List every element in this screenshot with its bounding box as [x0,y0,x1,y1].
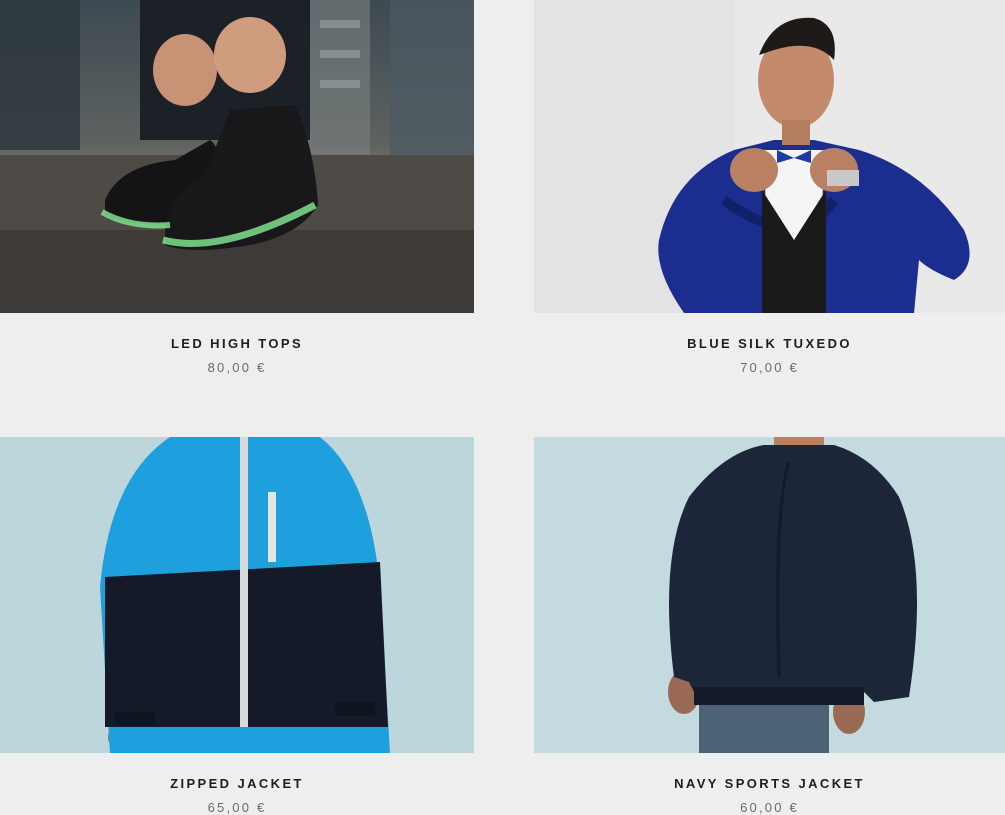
product-image-led-high-tops[interactable] [0,0,474,313]
product-card-navy-sports-jacket[interactable]: NAVY SPORTS JACKET 60,00 € [534,437,1005,815]
product-title[interactable]: BLUE SILK TUXEDO [534,336,1005,352]
product-price: 80,00 € [207,360,267,375]
product-image-navy-sports-jacket[interactable] [534,437,1005,753]
product-price: 60,00 € [740,800,799,815]
product-card-zipped-jacket[interactable]: ZIPPED JACKET 65,00 € [0,437,474,815]
product-card-led-high-tops[interactable]: LED HIGH TOPS 80,00 € [0,0,474,375]
product-grid: LED HIGH TOPS 80,00 € BLUE SILK TUXEDO 7… [0,0,1005,815]
product-image-zipped-jacket[interactable] [0,437,474,753]
product-image-blue-silk-tuxedo[interactable] [534,0,1005,313]
product-card-blue-silk-tuxedo[interactable]: BLUE SILK TUXEDO 70,00 € [534,0,1005,375]
product-title[interactable]: NAVY SPORTS JACKET [534,776,1005,792]
product-price: 65,00 € [207,800,267,815]
product-title[interactable]: ZIPPED JACKET [0,776,474,792]
product-price: 70,00 € [740,360,799,375]
product-title[interactable]: LED HIGH TOPS [0,336,474,352]
